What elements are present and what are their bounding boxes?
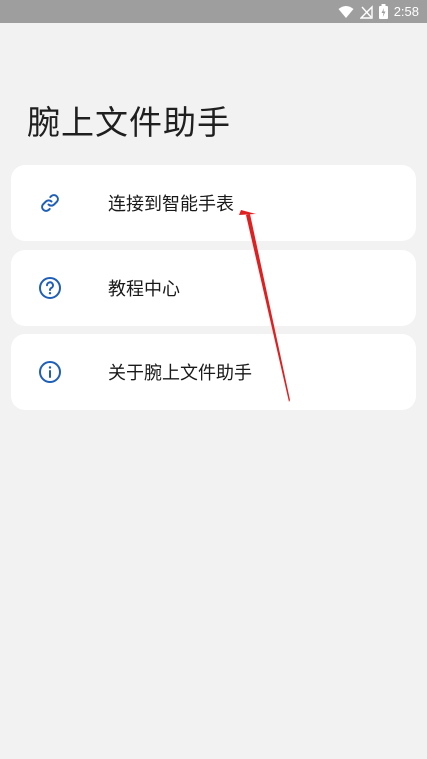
- info-circle-icon: [39, 361, 61, 383]
- page-title: 腕上文件助手: [27, 103, 231, 142]
- menu-item-connect-watch[interactable]: 连接到智能手表: [11, 165, 416, 241]
- status-icons: 2:58: [338, 0, 419, 23]
- menu-item-about[interactable]: 关于腕上文件助手: [11, 334, 416, 410]
- menu-item-label: 教程中心: [108, 279, 180, 300]
- link-icon: [41, 194, 59, 212]
- menu-item-label: 连接到智能手表: [108, 194, 234, 215]
- help-circle-icon: [39, 277, 61, 299]
- status-time: 2:58: [393, 4, 419, 19]
- menu-item-label: 关于腕上文件助手: [108, 363, 252, 384]
- status-bar: 2:58: [0, 0, 427, 23]
- battery-charging-icon: [378, 4, 388, 19]
- wifi-icon: [338, 5, 354, 18]
- menu-item-tutorial-center[interactable]: 教程中心: [11, 250, 416, 326]
- app-screen: 2:58 腕上文件助手 连接到智能手表 教程中心 关于腕上文件助手: [0, 0, 427, 759]
- no-signal-icon: [359, 4, 373, 19]
